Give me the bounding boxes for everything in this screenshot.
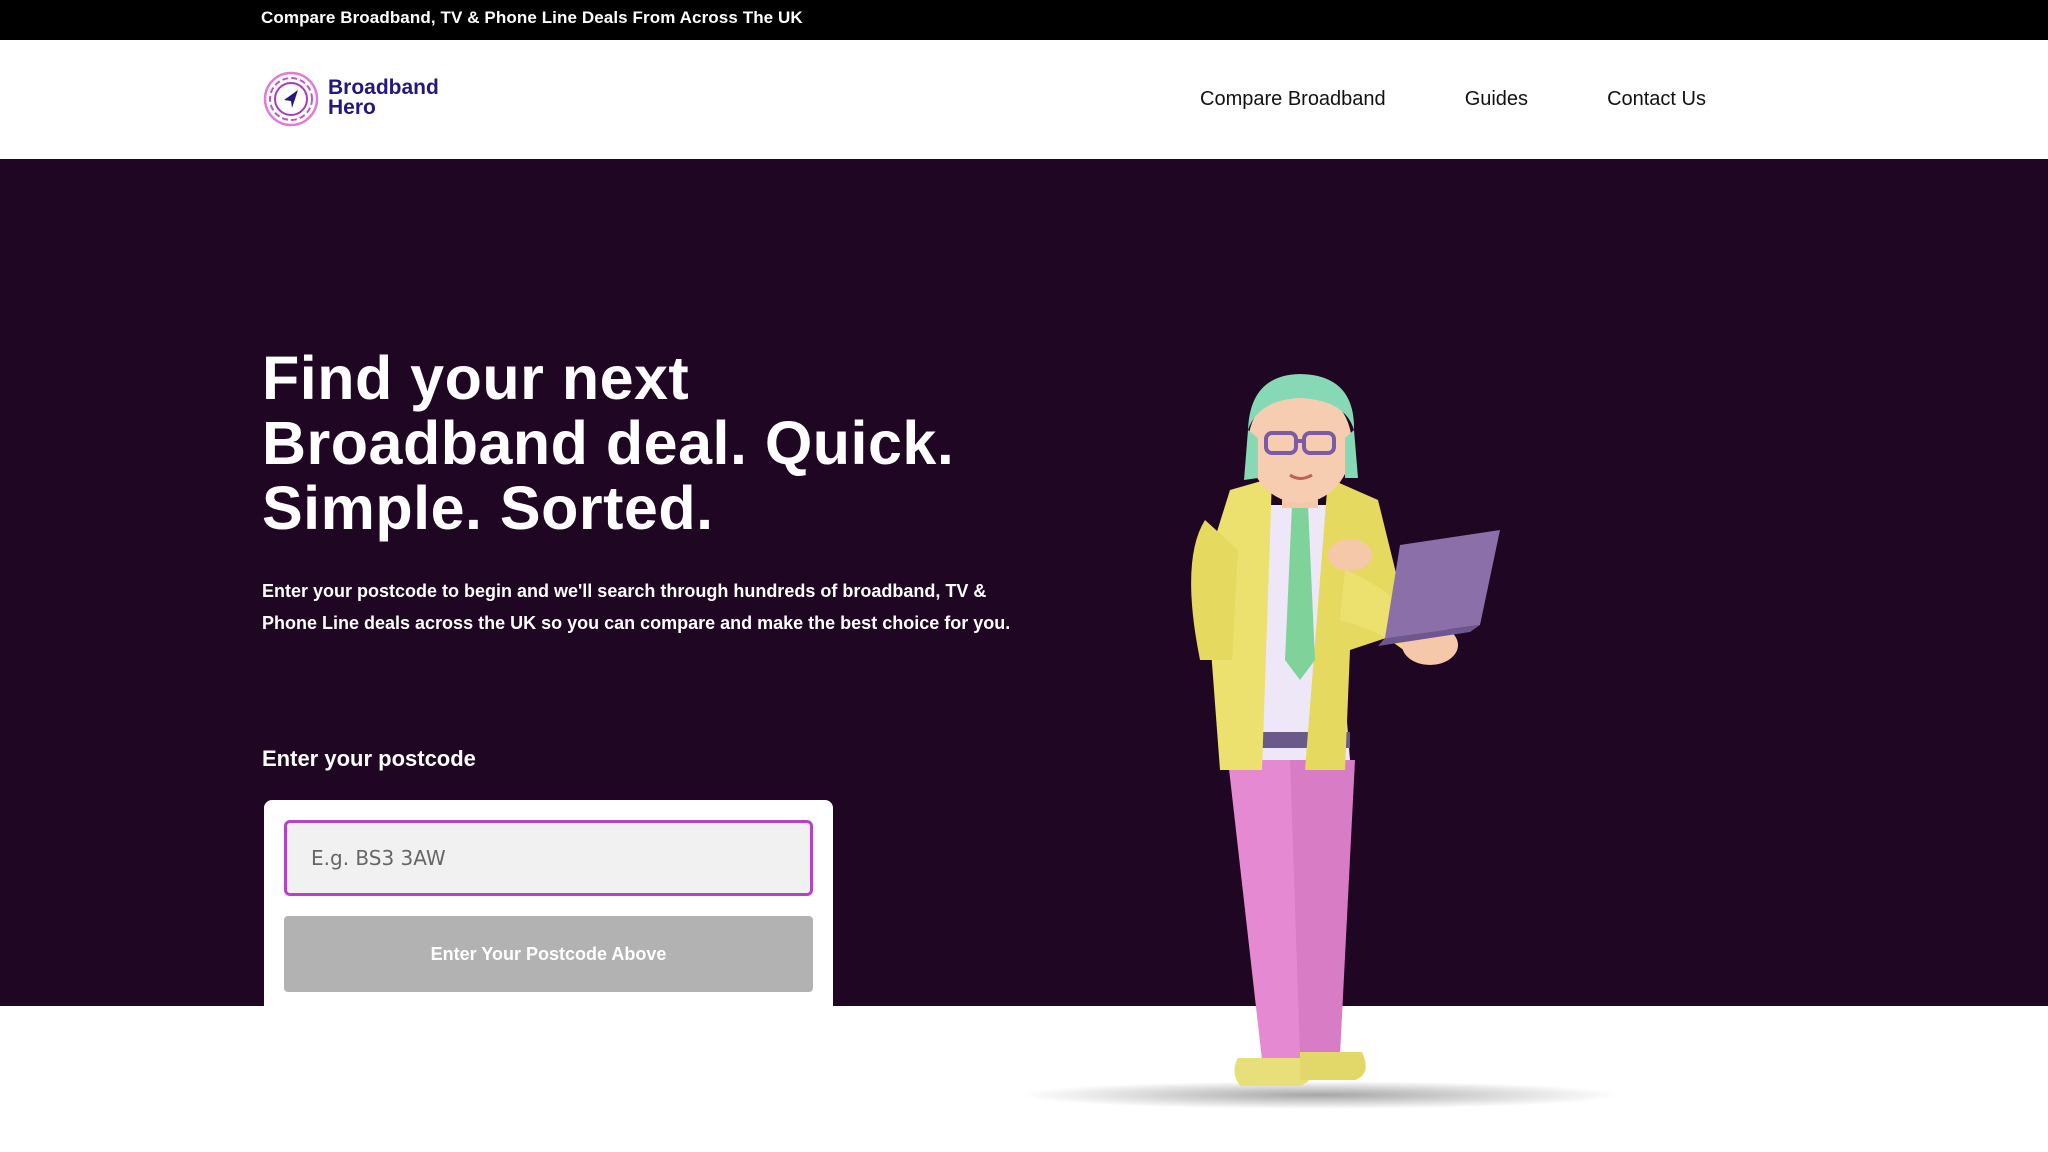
site-header: Broadband Hero Compare Broadband Guides …: [0, 40, 2048, 159]
hero-description: Enter your postcode to begin and we'll s…: [262, 581, 1011, 633]
logo-wordmark: Broadband Hero: [328, 76, 439, 119]
main-nav: Compare Broadband Guides Contact Us: [1200, 40, 1706, 159]
logo-text-line1: Broadband: [328, 76, 439, 99]
hero-title-line2: Broadband deal. Quick.: [262, 409, 955, 477]
announcement-text: Compare Broadband, TV & Phone Line Deals…: [261, 8, 803, 27]
postcode-label: Enter your postcode: [262, 746, 476, 771]
nav-contact-us[interactable]: Contact Us: [1607, 88, 1706, 111]
nav-guides[interactable]: Guides: [1465, 88, 1528, 111]
hero-title-line1: Find your next: [262, 344, 690, 412]
hero-title-line3: Simple. Sorted.: [262, 474, 714, 542]
nav-compare-broadband[interactable]: Compare Broadband: [1200, 88, 1386, 111]
logo-text-line2: Hero: [328, 96, 376, 119]
page: Compare Broadband, TV & Phone Line Deals…: [0, 0, 2048, 1152]
hero-title: Find your next Broadband deal. Quick. Si…: [262, 346, 1062, 541]
logo-link[interactable]: Broadband Hero: [262, 70, 472, 130]
navigation-arrow-icon: [263, 71, 319, 127]
announcement-bar: Compare Broadband, TV & Phone Line Deals…: [0, 0, 2048, 40]
postcode-form-card: Enter Your Postcode Above: [264, 800, 833, 1010]
man-with-laptop-illustration: [1020, 374, 1620, 1109]
postcode-input[interactable]: [284, 820, 813, 896]
postcode-submit-button[interactable]: Enter Your Postcode Above: [284, 916, 813, 992]
